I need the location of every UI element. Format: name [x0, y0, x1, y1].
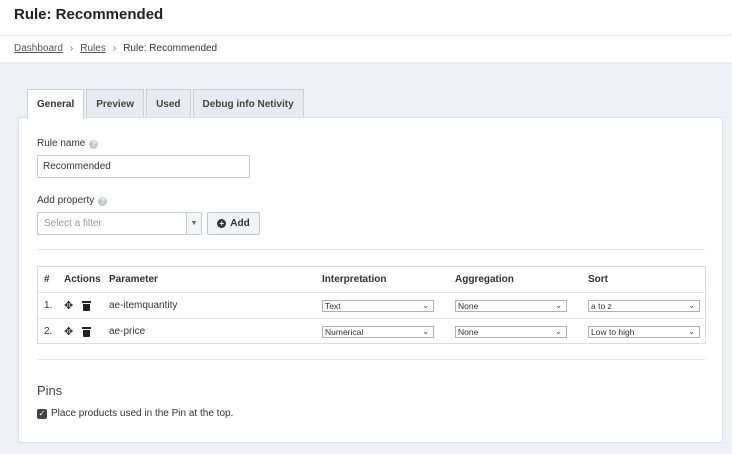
pin-top-checkbox-label[interactable]: Place products used in the Pin at the to…	[51, 408, 233, 419]
tab-general[interactable]: General	[27, 89, 85, 119]
tab-preview[interactable]: Preview	[86, 89, 145, 118]
chevron-down-icon: ⌄	[555, 300, 562, 310]
section-divider	[37, 249, 705, 250]
properties-table: # Actions Parameter Interpretation Aggre…	[37, 266, 706, 344]
section-divider	[37, 359, 705, 360]
breadcrumb-dashboard-link[interactable]: Dashboard	[14, 43, 63, 55]
rule-name-label: Rule name	[37, 138, 86, 149]
header-parameter: Parameter	[109, 274, 158, 285]
aggregation-cell: None ⌄	[455, 293, 567, 318]
table-row: 2. ✥ ae-price Numerical ⌄ None ⌄ Low to …	[38, 318, 705, 343]
aggregation-select[interactable]: None ⌄	[455, 299, 567, 312]
sort-cell: a to z ⌄	[588, 293, 700, 318]
help-icon[interactable]: ?	[89, 139, 99, 149]
row-number: 1.	[44, 300, 53, 311]
tab-debug-info[interactable]: Debug info Netivity	[192, 89, 304, 118]
general-panel: Rule name ? Add property ? Select a filt…	[18, 117, 723, 443]
pin-top-checkbox[interactable]: ✓	[37, 408, 47, 419]
table-header-row: # Actions Parameter Interpretation Aggre…	[38, 267, 705, 292]
page-title: Rule: Recommended	[14, 6, 164, 23]
header-actions: Actions	[64, 274, 101, 285]
breadcrumb: Dashboard › Rules › Rule: Recommended	[14, 43, 217, 55]
interpretation-select[interactable]: Text ⌄	[322, 299, 434, 312]
sort-cell: Low to high ⌄	[588, 319, 700, 344]
plus-circle-icon: +	[217, 219, 227, 228]
tab-used[interactable]: Used	[146, 89, 191, 118]
interpretation-value: Numerical	[325, 326, 364, 337]
top-bar: Rule: Recommended Dashboard › Rules › Ru…	[0, 0, 732, 62]
rule-name-input[interactable]	[37, 155, 250, 178]
table-row: 1. ✥ ae-itemquantity Text ⌄ None ⌄ a to …	[38, 292, 705, 317]
breadcrumb-current: Rule: Recommended	[123, 43, 218, 54]
header-num: #	[44, 274, 50, 285]
top-divider	[0, 35, 732, 36]
sort-select[interactable]: Low to high ⌄	[588, 325, 700, 338]
dropdown-arrow-icon[interactable]: ▼	[186, 213, 201, 234]
filter-select-placeholder: Select a filter	[44, 218, 102, 229]
add-property-label-wrap: Add property ?	[37, 195, 108, 207]
breadcrumb-separator: ›	[69, 43, 74, 54]
interpretation-cell: Text ⌄	[322, 293, 434, 318]
add-property-label: Add property	[37, 195, 95, 206]
interpretation-select[interactable]: Numerical ⌄	[322, 325, 434, 338]
chevron-down-icon: ⌄	[688, 300, 695, 310]
aggregation-value: None	[458, 300, 479, 311]
trash-icon[interactable]	[82, 326, 92, 337]
row-number: 2.	[44, 326, 53, 337]
tab-bar: General Preview Used Debug info Netivity	[27, 89, 306, 119]
pins-section-title: Pins	[37, 383, 63, 398]
sort-select[interactable]: a to z ⌄	[588, 299, 700, 312]
row-parameter: ae-price	[109, 326, 146, 337]
interpretation-cell: Numerical ⌄	[322, 319, 434, 344]
chevron-down-icon: ⌄	[422, 300, 429, 310]
aggregation-cell: None ⌄	[455, 319, 567, 344]
interpretation-value: Text	[325, 300, 341, 311]
move-arrows-icon[interactable]: ✥	[64, 299, 73, 312]
chevron-down-icon: ⌄	[422, 326, 429, 336]
chevron-down-icon: ⌄	[688, 326, 695, 336]
chevron-down-icon: ⌄	[555, 326, 562, 336]
sort-value: a to z	[591, 300, 612, 311]
sort-value: Low to high	[591, 326, 635, 337]
header-sort: Sort	[588, 274, 608, 285]
pins-option: ✓ Place products used in the Pin at the …	[37, 408, 233, 419]
row-actions: ✥	[64, 319, 92, 344]
header-aggregation: Aggregation	[455, 274, 514, 285]
aggregation-value: None	[458, 326, 479, 337]
add-property-button[interactable]: + Add	[207, 212, 260, 235]
breadcrumb-rules-link[interactable]: Rules	[80, 43, 106, 55]
row-parameter: ae-itemquantity	[109, 300, 178, 311]
aggregation-select[interactable]: None ⌄	[455, 325, 567, 338]
header-interpretation: Interpretation	[322, 274, 387, 285]
add-button-label: Add	[230, 218, 250, 229]
filter-select[interactable]: Select a filter ▼	[37, 212, 202, 235]
breadcrumb-separator: ›	[112, 43, 117, 54]
rule-name-label-wrap: Rule name ?	[37, 138, 99, 150]
row-actions: ✥	[64, 293, 92, 318]
move-arrows-icon[interactable]: ✥	[64, 325, 73, 338]
help-icon[interactable]: ?	[98, 196, 108, 206]
trash-icon[interactable]	[82, 300, 92, 311]
